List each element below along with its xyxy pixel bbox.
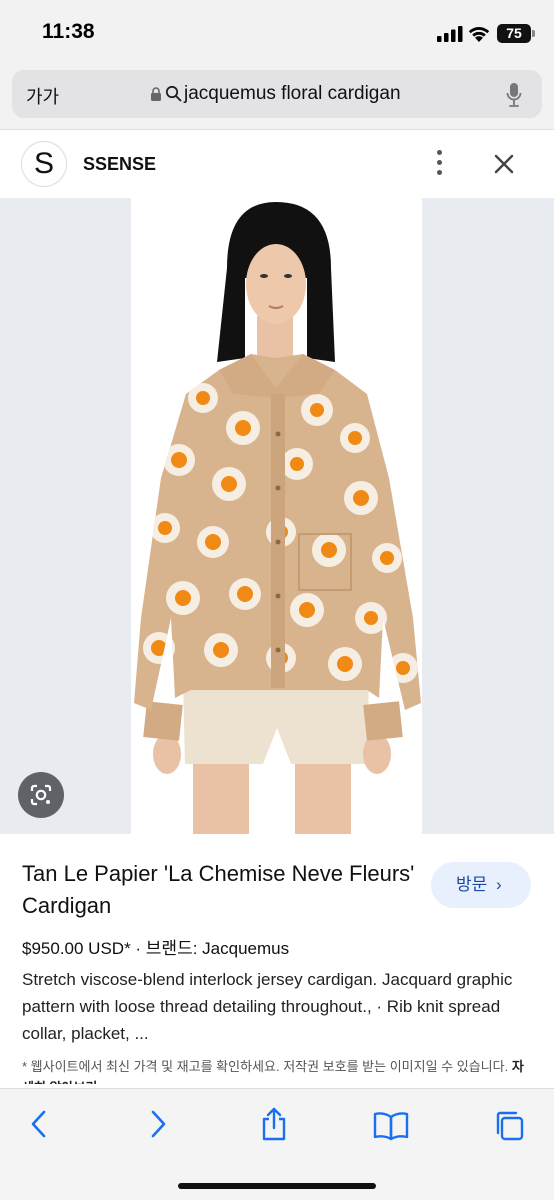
lock-icon [151,87,161,101]
lens-search-button[interactable] [18,772,64,818]
bookmarks-icon[interactable] [373,1111,409,1141]
url-text[interactable]: jacquemus floral cardigan [184,83,401,105]
browser-toolbar [0,1088,554,1200]
site-name[interactable]: SSENSE [83,154,156,175]
close-icon[interactable] [492,152,516,176]
address-bar[interactable]: 가가 jacquemus floral cardigan [12,70,542,118]
lens-icon [30,784,52,806]
result-header: S SSENSE [0,130,554,198]
tabs-icon[interactable] [492,1109,526,1143]
copyright-note: * 웹사이트에서 최신 가격 및 재고를 확인하세요. 저작권 보호를 받는 이… [22,1056,532,1084]
price-brand-line: $950.00 USD* · 브랜드: Jacquemus [22,939,290,958]
forward-icon[interactable] [147,1109,169,1139]
product-description: Stretch viscose-blend interlock jersey c… [22,970,513,1043]
status-time: 11:38 [42,20,95,43]
copyright-note-text: * 웹사이트에서 최신 가격 및 재고를 확인하세요. 저작권 보호를 받는 이… [22,1059,509,1074]
product-image[interactable] [131,198,422,834]
more-vert-icon[interactable] [436,150,444,178]
browser-address-area: 가가 jacquemus floral cardigan [0,66,554,130]
share-icon[interactable] [259,1107,289,1141]
home-indicator [178,1183,376,1189]
site-avatar: S [21,141,67,187]
chevron-right-icon: › [496,875,502,894]
product-title[interactable]: Tan Le Papier 'La Chemise Neve Fleurs' C… [22,858,422,922]
image-viewer [0,198,554,834]
wifi-icon [468,27,490,42]
mic-icon[interactable] [506,82,522,108]
search-icon [165,85,182,102]
product-info-panel: Tan Le Papier 'La Chemise Neve Fleurs' C… [0,834,554,1088]
product-photo-illustration [134,202,421,834]
visit-label: 방문 [456,875,488,894]
back-icon[interactable] [28,1109,50,1139]
visit-button[interactable]: 방문 › [431,862,531,908]
battery-indicator: 75 [497,24,535,43]
status-bar: 11:38 75 [0,0,554,66]
cellular-signal-icon [437,26,463,42]
text-size-button[interactable]: 가가 [26,83,59,109]
